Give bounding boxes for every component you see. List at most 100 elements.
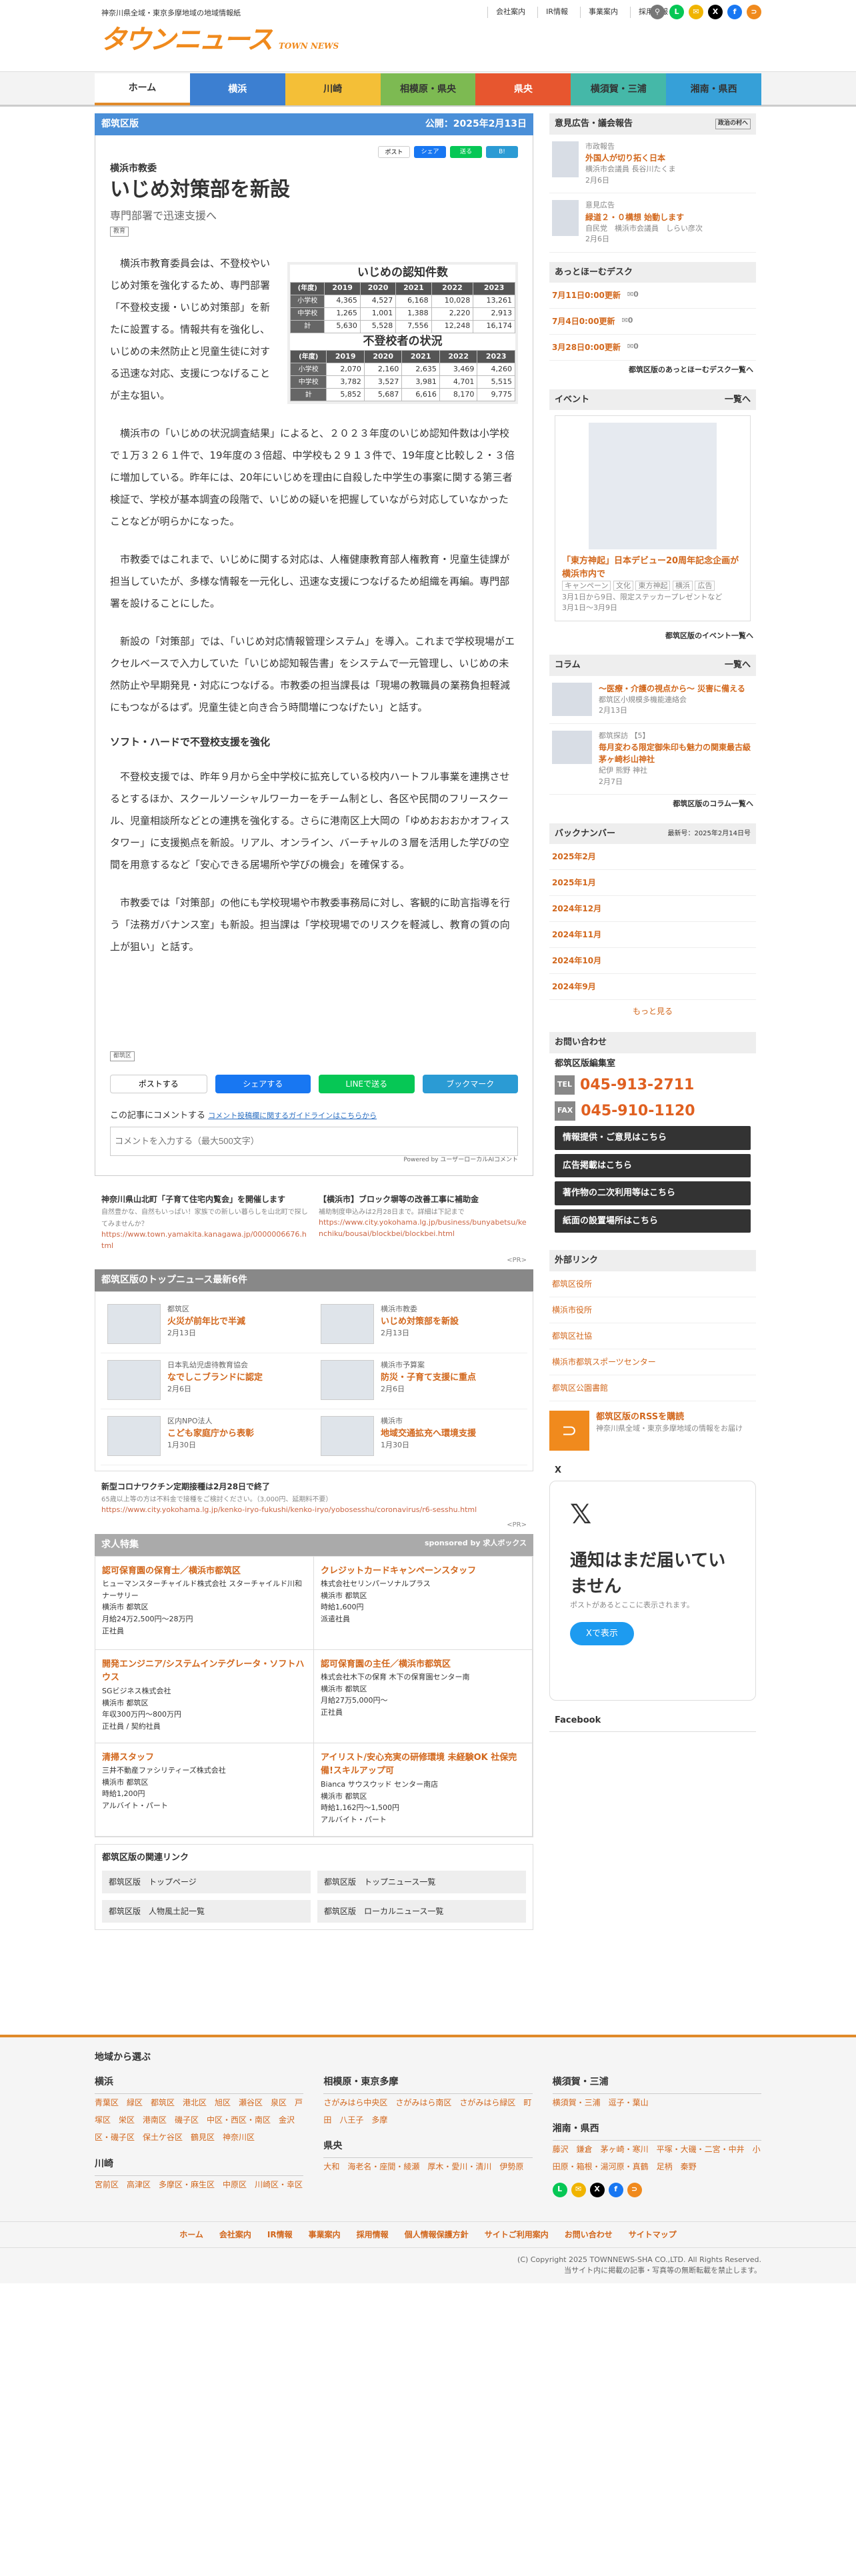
backnumber-link[interactable]: 2024年12月: [549, 896, 756, 922]
external-link[interactable]: 都筑区公園書館: [549, 1375, 756, 1401]
nav-shonan[interactable]: 湘南・県西: [666, 73, 762, 105]
politics-banner[interactable]: 政治の村へ: [715, 119, 751, 129]
job-item[interactable]: 清掃スタッフ 三井不動産ファシリティーズ株式会社 横浜市 都筑区 時給1,200円 アル…: [95, 1743, 314, 1837]
footer-link[interactable]: 採用情報: [357, 2229, 389, 2241]
line-icon[interactable]: L: [669, 5, 684, 19]
share-line-small[interactable]: 送る: [450, 146, 482, 158]
column-item[interactable]: ～医療・介護の視点から～ 災害に備える 都筑区小規模多機能連絡会 2月13日: [549, 676, 756, 724]
nav-home[interactable]: ホーム: [95, 73, 190, 105]
external-link[interactable]: 横浜市役所: [549, 1297, 756, 1323]
backnumber-link[interactable]: 2025年1月: [549, 870, 756, 896]
search-icon[interactable]: ⚲: [650, 5, 665, 19]
news-item[interactable]: 横浜市教委 いじめ対策部を新設 2月13日: [314, 1297, 527, 1353]
contact-button[interactable]: 著作物の二次利用等はこちら: [555, 1181, 751, 1205]
footer-link[interactable]: お問い合わせ: [565, 2229, 613, 2241]
event-more-link[interactable]: 都筑区版のイベント一覧へ: [549, 627, 756, 646]
desk-item[interactable]: 7月4日0:00更新 ✉0: [549, 309, 756, 335]
desk-item[interactable]: 7月11日0:00更新 ✉0: [549, 283, 756, 309]
footer-link[interactable]: サイトマップ: [629, 2229, 677, 2241]
share-x-small[interactable]: ポスト: [378, 146, 410, 158]
event-tag[interactable]: 広告: [695, 581, 715, 591]
backnumber-link[interactable]: 2024年11月: [549, 922, 756, 948]
backnumber-more-link[interactable]: もっと見る: [549, 1000, 756, 1023]
backnumber-link[interactable]: 2025年2月: [549, 844, 756, 870]
bookmark-button[interactable]: ブックマーク: [422, 1075, 518, 1093]
job-item[interactable]: 認可保育園の主任／横浜市都筑区 株式会社木下の保育 木下の保育園センター南 横浜市 …: [314, 1649, 533, 1743]
toplink-business[interactable]: 事業案内: [580, 7, 618, 18]
site-logo[interactable]: タウンニュース TOWN NEWS: [100, 20, 339, 60]
nav-kawasaki[interactable]: 川崎: [285, 73, 381, 105]
area-tag[interactable]: 都筑区: [110, 1051, 135, 1061]
event-card[interactable]: 「東方神起」日本デビュー20周年記念企画が横浜市内で キャンペーン 文化 東方神…: [555, 415, 751, 621]
footer-link[interactable]: サイトご利用案内: [485, 2229, 549, 2241]
region-links[interactable]: さがみはら中央区 さがみはら南区 さがみはら緑区 町田 八王子 多摩: [323, 2094, 532, 2129]
external-link[interactable]: 横浜市都筑スポーツセンター: [549, 1349, 756, 1375]
backnumber-link[interactable]: 2024年10月: [549, 948, 756, 974]
facebook-icon[interactable]: f: [608, 2182, 623, 2197]
nav-sagamihara[interactable]: 相模原・県央: [380, 73, 476, 105]
x-icon[interactable]: X: [708, 5, 723, 19]
share-hatena-small[interactable]: B!: [486, 146, 518, 158]
event-tag[interactable]: 東方神起: [635, 581, 671, 591]
share-line-button[interactable]: LINEで送る: [319, 1075, 415, 1093]
comment-input[interactable]: [110, 1126, 518, 1156]
desk-more-link[interactable]: 都筑区版のあっとほーむデスク一覧へ: [549, 361, 756, 380]
mail-icon[interactable]: ✉: [571, 2182, 586, 2197]
contact-button[interactable]: 紙面の設置場所はこちら: [555, 1209, 751, 1233]
column-item[interactable]: 都筑探訪 【5】 毎月変わる限定御朱印も魅力の関東最古級 茅ヶ崎杉山神社 紀伊 熊野…: [549, 724, 756, 795]
news-item[interactable]: 区内NPO法人 こども家庭庁から表彰 1月30日: [101, 1409, 314, 1465]
category-badge[interactable]: 教育: [110, 226, 129, 237]
footer-link[interactable]: IR情報: [267, 2229, 293, 2241]
toplink-company[interactable]: 会社案内: [487, 7, 525, 18]
ad-item[interactable]: 【横浜市】ブロック塀等の改善工事に補助金 補助制度申込みは2月28日まで。詳細は下…: [319, 1193, 527, 1251]
event-tag[interactable]: 横浜: [672, 581, 693, 591]
rss-box[interactable]: ⊃ 都筑区版のRSSを購読 神奈川県全域・東京多摩地域の情報をお届け: [549, 1410, 756, 1451]
share-fb-small[interactable]: シェア: [414, 146, 446, 158]
region-links[interactable]: 青葉区 緑区 都筑区 港北区 旭区 瀬谷区 泉区 戸塚区 栄区 港南区 磯子区 …: [95, 2094, 303, 2147]
opinion-item[interactable]: 意見広告 緑道２・０構想 始動します 自民党 横浜市会議員 しらい彦次 2月6日: [549, 193, 756, 253]
contact-button[interactable]: 情報提供・ご意見はこちら: [555, 1126, 751, 1150]
nav-kenou[interactable]: 県央: [475, 73, 571, 105]
external-link[interactable]: 都筑区役所: [549, 1271, 756, 1297]
job-item[interactable]: アイリスト/安心充実の研修環境 未経験OK 社保完備!スキルアップ可 Bianca…: [314, 1743, 533, 1837]
region-links[interactable]: 宮前区 高津区 多摩区・麻生区 中原区 川崎区・幸区: [95, 2176, 303, 2193]
footer-link[interactable]: 個人情報保護方針: [405, 2229, 469, 2241]
line-icon[interactable]: L: [552, 2182, 567, 2197]
related-link[interactable]: 都筑区版 ローカルニュース一覧: [317, 1900, 526, 1923]
x-view-button[interactable]: Xで表示: [570, 1621, 634, 1645]
nav-yokohama[interactable]: 横浜: [189, 73, 285, 105]
job-item[interactable]: クレジットカードキャンペーンスタッフ 株式会社セリンパーソナルプラス 横浜市 都筑区…: [314, 1556, 533, 1650]
related-link[interactable]: 都筑区版 人物風土記一覧: [102, 1900, 311, 1923]
event-list-link[interactable]: 一覧へ: [725, 393, 751, 407]
footer-link[interactable]: ホーム: [179, 2229, 203, 2241]
share-fb-button[interactable]: シェアする: [215, 1075, 311, 1093]
related-link[interactable]: 都筑区版 トップページ: [102, 1871, 311, 1893]
backnumber-link[interactable]: 2024年9月: [549, 974, 756, 1000]
contact-button[interactable]: 広告掲載はこちら: [555, 1153, 751, 1177]
news-item[interactable]: 日本乳幼児虐待教育協会 なでしこブランドに認定 2月6日: [101, 1353, 314, 1409]
share-x-button[interactable]: ポストする: [110, 1075, 207, 1093]
news-item[interactable]: 都筑区 火災が前年比で半減 2月13日: [101, 1297, 314, 1353]
event-tag[interactable]: 文化: [613, 581, 633, 591]
footer-link[interactable]: 会社案内: [219, 2229, 251, 2241]
rss-icon[interactable]: ⊃: [627, 2182, 642, 2197]
news-item[interactable]: 横浜市予算案 防災・子育て支援に重点 2月6日: [314, 1353, 527, 1409]
ad-item[interactable]: 新型コロナワクチン定期接種は2月28日で終了 65歳以上等の方は不料金で接種をご検…: [101, 1481, 527, 1516]
region-links[interactable]: 藤沢 鎌倉 茅ヶ崎・寒川 平塚・大磯・二宮・中井 小田原・箱根・湯河原・真鶴 足…: [553, 2141, 761, 2176]
external-link[interactable]: 都筑区社協: [549, 1323, 756, 1349]
nav-yokosuka[interactable]: 横須賀・三浦: [571, 73, 667, 105]
news-item[interactable]: 横浜市 地域交通拡充へ環境支援 1月30日: [314, 1409, 527, 1465]
mail-icon[interactable]: ✉: [689, 5, 703, 19]
footer-link[interactable]: 事業案内: [309, 2229, 341, 2241]
x-icon[interactable]: X: [589, 2182, 605, 2197]
facebook-icon[interactable]: f: [727, 5, 742, 19]
column-list-link[interactable]: 一覧へ: [725, 659, 751, 672]
job-item[interactable]: 開発エンジニア/システムインテグレータ・ソフトハウス SGビジネス株式会社 横浜市 …: [95, 1649, 314, 1743]
region-links[interactable]: 大和 海老名・座間・綾瀬 厚木・愛川・清川 伊勢原: [323, 2158, 532, 2175]
event-tag[interactable]: キャンペーン: [562, 581, 611, 591]
desk-item[interactable]: 3月28日0:00更新 ✉0: [549, 335, 756, 361]
rss-icon[interactable]: ⊃: [747, 5, 761, 19]
comment-guideline-link[interactable]: コメント投稿欄に関するガイドラインはこちらから: [208, 1111, 377, 1120]
ad-item[interactable]: 神奈川県山北町「子育て住宅内覧会」を開催します 自然豊かな、自然もいっぱい！家族で…: [101, 1193, 309, 1251]
opinion-item[interactable]: 市政報告 外国人が切り拓く日本 横浜市会議員 長谷川たくま 2月6日: [549, 135, 756, 193]
